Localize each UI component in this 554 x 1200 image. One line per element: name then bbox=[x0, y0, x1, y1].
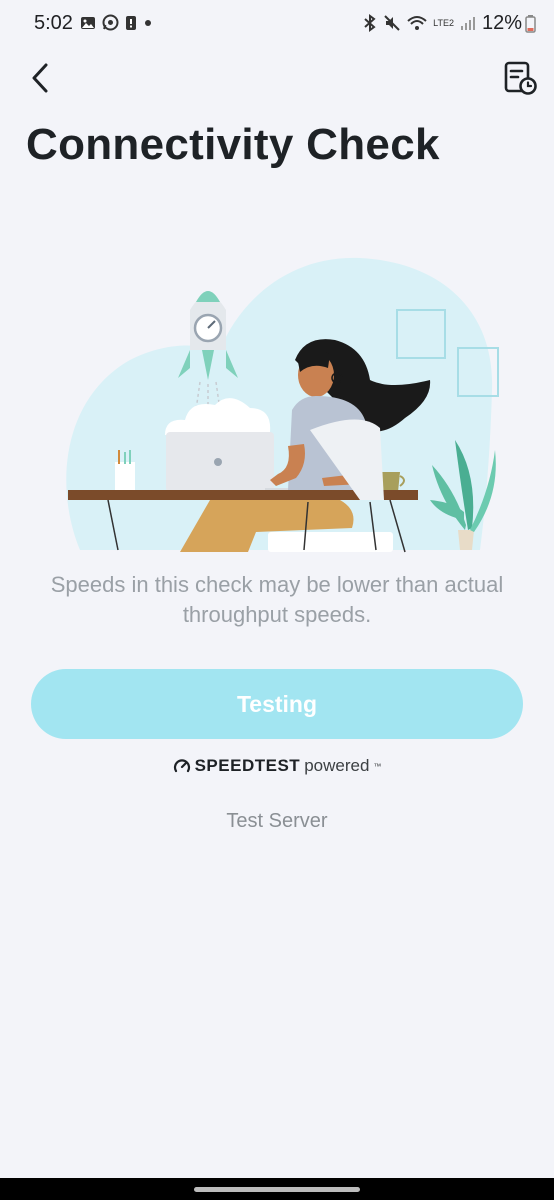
testing-button[interactable]: Testing bbox=[31, 669, 523, 739]
bluetooth-icon bbox=[364, 14, 376, 32]
speed-disclaimer-text: Speeds in this check may be lower than a… bbox=[50, 572, 504, 627]
test-history-button[interactable] bbox=[500, 58, 540, 98]
navigation-bar bbox=[0, 50, 554, 110]
battery-indicator: 12% bbox=[482, 12, 536, 35]
signal-icon bbox=[461, 17, 475, 30]
status-right-icons: LTE2 bbox=[363, 14, 476, 32]
speedtest-powered-label: powered bbox=[304, 756, 370, 775]
dot-icon bbox=[145, 19, 151, 26]
back-button[interactable] bbox=[22, 60, 58, 96]
speedometer-icon bbox=[173, 759, 190, 773]
battery-percent: 12% bbox=[481, 12, 522, 34]
status-time: 5:02 bbox=[34, 12, 73, 34]
test-server-label[interactable]: Test Server bbox=[0, 810, 554, 833]
whatsapp-icon bbox=[102, 14, 119, 31]
status-left-icons bbox=[80, 14, 153, 31]
mute-icon bbox=[384, 15, 400, 31]
wifi-icon bbox=[407, 16, 427, 30]
home-indicator[interactable] bbox=[194, 1187, 360, 1192]
network-type-label: LTE2 bbox=[433, 18, 454, 28]
chevron-left-icon bbox=[32, 63, 48, 93]
battery-icon bbox=[525, 14, 536, 33]
trademark-mark: ™ bbox=[373, 761, 382, 771]
page-title: Connectivity Check bbox=[26, 120, 440, 169]
alert-icon bbox=[126, 15, 136, 30]
report-clock-icon bbox=[504, 61, 537, 95]
speedtest-powered-badge: SPEEDTEST powered ™ bbox=[0, 756, 554, 776]
speed-test-illustration bbox=[66, 257, 499, 553]
gallery-icon bbox=[81, 16, 95, 29]
status-bar: 5:02 LTE2 12% bbox=[0, 0, 554, 50]
speedtest-brand: SPEEDTEST bbox=[194, 756, 301, 775]
